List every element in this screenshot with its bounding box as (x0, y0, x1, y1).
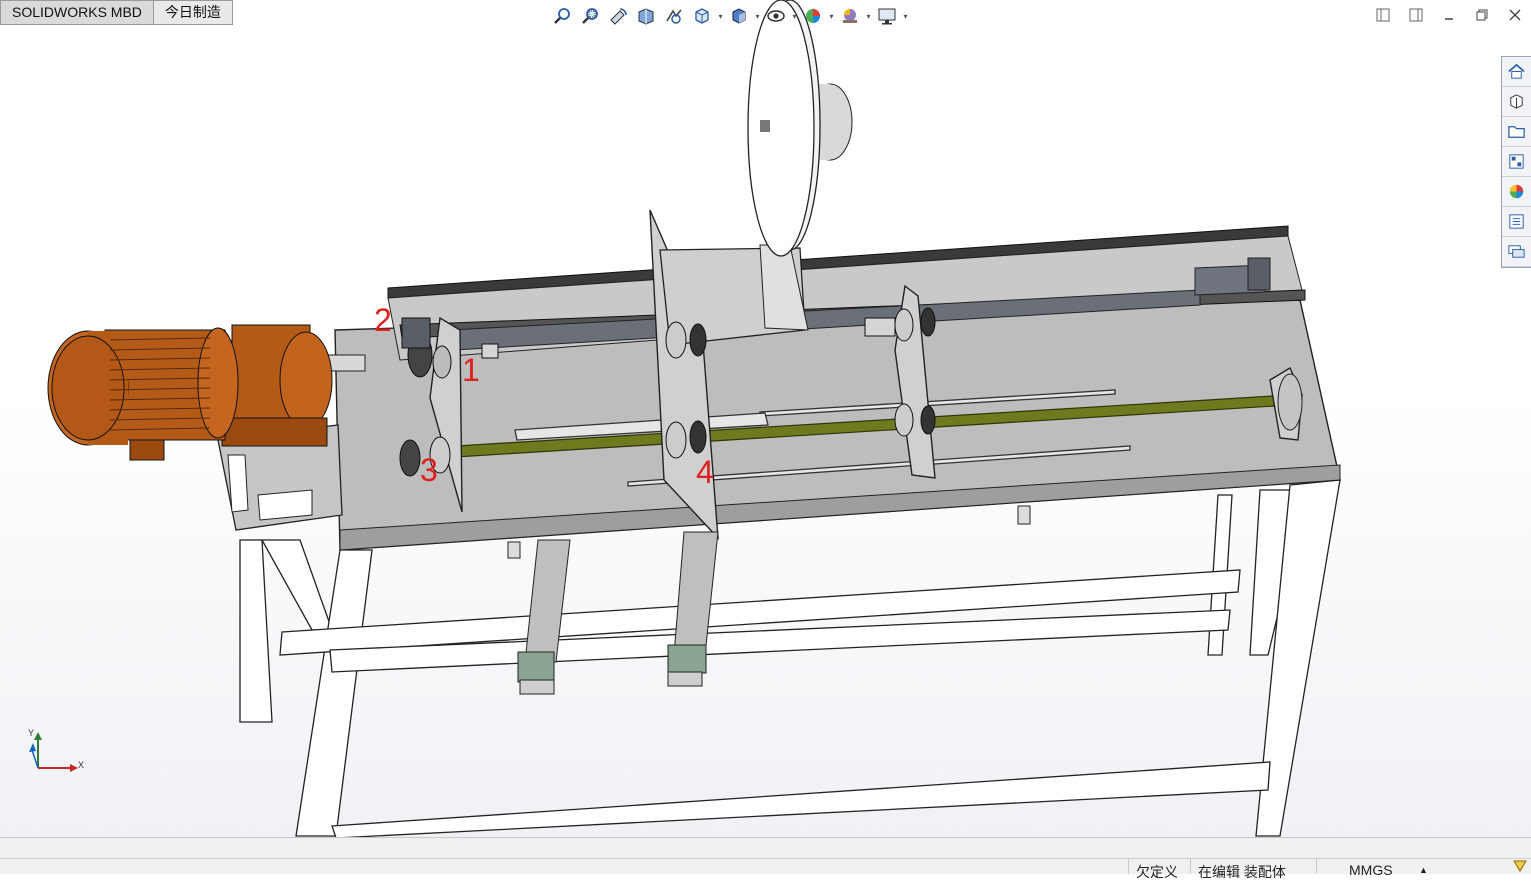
command-tabs: SOLIDWORKS MBD 今日制造 (0, 0, 233, 25)
view-orientation-dropdown[interactable]: ▾ (716, 4, 725, 28)
appearances-icon[interactable] (1502, 177, 1531, 207)
callout-4: 4 (696, 454, 714, 490)
triad-y-label: Y (28, 728, 35, 738)
zoom-to-area-icon[interactable] (576, 4, 604, 28)
view-orientation-icon[interactable] (688, 4, 716, 28)
previous-view-icon[interactable] (604, 4, 632, 28)
minimize-icon[interactable] (1432, 2, 1465, 28)
heads-up-view-toolbar: ▾ ▾ ▾ ▾ ▾ ▾ (548, 3, 910, 29)
display-style-icon[interactable] (725, 4, 753, 28)
display-style-dropdown[interactable]: ▾ (753, 4, 762, 28)
task-pane (1501, 56, 1531, 268)
window-controls (1366, 2, 1531, 28)
zoom-to-fit-icon[interactable] (548, 4, 576, 28)
forum-icon[interactable] (1502, 237, 1531, 267)
design-library-icon[interactable] (1502, 87, 1531, 117)
callout-1: 1 (462, 352, 480, 388)
editing-status: 在编辑 装配体 (1198, 864, 1286, 880)
hide-show-dropdown[interactable]: ▾ (790, 4, 799, 28)
tab-solidworks-mbd[interactable]: SOLIDWORKS MBD (0, 0, 154, 25)
edit-appearance-dropdown[interactable]: ▾ (827, 4, 836, 28)
definition-status: 欠定义 (1136, 864, 1178, 880)
tab-jinri-zhizao[interactable]: 今日制造 (152, 0, 233, 25)
graphics-area[interactable] (0, 0, 1531, 838)
reference-triad: Y X (24, 728, 94, 776)
dynamic-annotation-icon[interactable] (660, 4, 688, 28)
restore-left-icon[interactable] (1366, 2, 1399, 28)
home-icon[interactable] (1502, 57, 1531, 87)
apply-scene-dropdown[interactable]: ▾ (864, 4, 873, 28)
restore-right-icon[interactable] (1399, 2, 1432, 28)
hide-show-items-icon[interactable] (762, 4, 790, 28)
close-icon[interactable] (1498, 2, 1531, 28)
gear-motor (47, 324, 366, 461)
restore-icon[interactable] (1465, 2, 1498, 28)
view-settings-icon[interactable] (873, 4, 901, 28)
callout-3: 3 (420, 452, 438, 488)
file-explorer-icon[interactable] (1502, 117, 1531, 147)
triad-x-label: X (78, 760, 85, 770)
section-view-icon[interactable] (632, 4, 660, 28)
rebuild-icon[interactable] (1512, 859, 1528, 876)
view-settings-dropdown[interactable]: ▾ (901, 4, 910, 28)
custom-properties-icon[interactable] (1502, 207, 1531, 237)
status-bar: 欠定义 在编辑 装配体 MMGS ▲ (0, 837, 1531, 880)
units-arrow[interactable]: ▲ (1419, 865, 1428, 875)
view-palette-icon[interactable] (1502, 147, 1531, 177)
assembly-model[interactable] (0, 0, 1531, 838)
edit-appearance-icon[interactable] (799, 4, 827, 28)
callout-2: 2 (374, 302, 392, 338)
units-selector[interactable]: MMGS (1349, 862, 1393, 878)
apply-scene-icon[interactable] (836, 4, 864, 28)
